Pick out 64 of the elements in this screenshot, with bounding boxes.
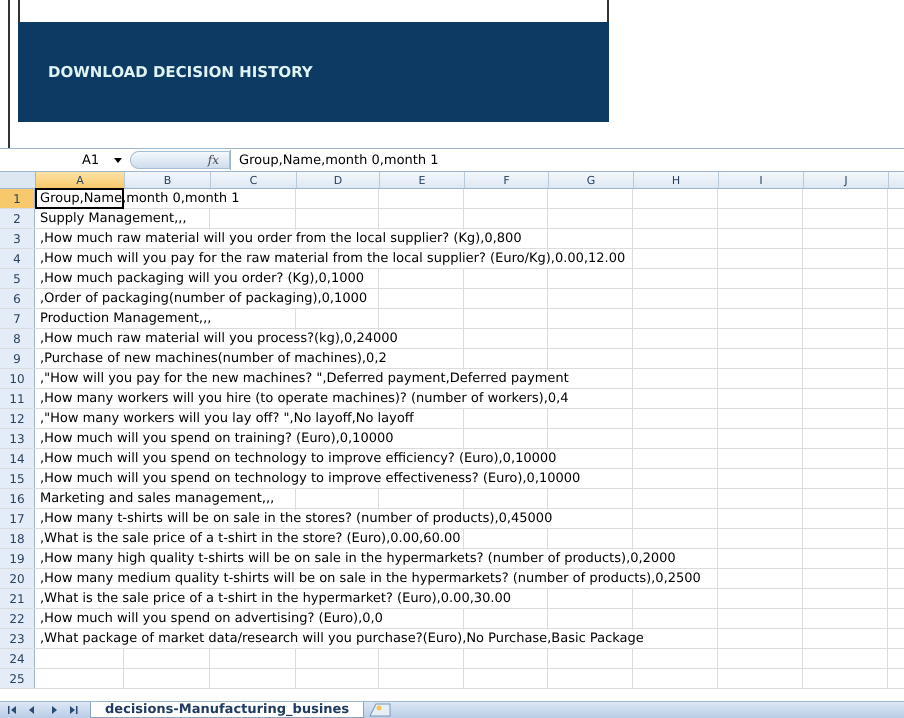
row-header[interactable]: 25 [0,669,35,688]
caret-icon [114,158,122,162]
cell-text: ,How much will you spend on technology to improve effectiveness? (Euro),0,10000 [40,470,582,488]
cell-text: ,How many high quality t-shirts will be on sale in the hypermarkets? (number of products),0,2000 [40,550,678,568]
row-header[interactable]: 13 [0,429,35,448]
function-label[interactable]: fx [208,153,219,167]
cell-text: ,How much raw material will you process?(kg),0,24000 [40,330,400,348]
row-header[interactable]: 7 [0,309,35,328]
cell-text: ,Order of packaging(number of packaging),0,1000 [40,290,370,308]
cell-text: ,What is the sale price of a t-shirt in the hypermarket? (Euro),0.00,30.00 [40,590,514,608]
formula-field[interactable]: Group,Name,month 0,month 1 [230,150,904,170]
row-header[interactable]: 11 [0,389,35,408]
cell-text: ,What is the sale price of a t-shirt in the store? (Euro),0.00,60.00 [40,530,463,548]
row-header[interactable]: 17 [0,509,35,528]
cell-text: ,How much will you spend on training? (Euro),0,10000 [40,430,396,448]
cell-text: ,"How will you pay for the new machines? ",Deferred payment,Deferred payment [40,370,571,388]
row-header[interactable]: 5 [0,269,35,288]
row-header[interactable]: 19 [0,549,35,568]
row-header[interactable]: 18 [0,529,35,548]
banner-title: DOWNLOAD DECISION HISTORY [48,63,313,81]
cell-text: ,What package of market data/research will you purchase?(Euro),No Purchase,Basic Package [40,630,646,648]
select-all-corner[interactable] [0,172,36,188]
banner[interactable]: DOWNLOAD DECISION HISTORY [18,22,609,122]
row-header[interactable]: 3 [0,229,35,248]
new-sheet-icon[interactable] [368,703,392,717]
column-header[interactable]: B [125,172,211,188]
column-header[interactable]: J [804,172,889,188]
column-header[interactable]: F [465,172,549,188]
row-header[interactable]: 16 [0,489,35,508]
row-header[interactable]: 21 [0,589,35,608]
cell-text: ,"How many workers will you lay off? ",No layoff,No layoff [40,410,416,428]
column-header[interactable]: C [211,172,297,188]
row-header[interactable]: 12 [0,409,35,428]
row-header[interactable]: 20 [0,569,35,588]
cell-text: Production Management,,, [40,310,214,328]
cell-text: ,How much will you spend on technology to improve efficiency? (Euro),0,10000 [40,450,558,468]
row-header[interactable]: 24 [0,649,35,668]
cell-text: ,How much will you spend on advertising? (Euro),0,0 [40,610,385,628]
column-header[interactable]: A [36,172,125,188]
row-header[interactable]: 6 [0,289,35,308]
column-header[interactable]: H [634,172,719,188]
cell-text: ,How many t-shirts will be on sale in the stores? (number of products),0,45000 [40,510,554,528]
row-header[interactable]: 10 [0,369,35,388]
cell-text: ,How much raw material will you order from the local supplier? (Kg),0,800 [40,230,524,248]
row-header[interactable]: 22 [0,609,35,628]
row-header[interactable]: 8 [0,329,35,348]
cell-text: ,How many medium quality t-shirts will be on sale in the hypermarkets? (number of products),0,2500 [40,570,703,588]
cell-text: Supply Management,,, [40,210,188,228]
column-header[interactable]: I [719,172,804,188]
row-header[interactable]: 14 [0,449,35,468]
cell-text: ,How many workers will you hire (to operate machines)? (number of workers),0,4 [40,390,571,408]
column-header[interactable]: G [549,172,634,188]
row-header[interactable]: 4 [0,249,35,268]
cell-text: ,How much packaging will you order? (Kg),0,1000 [40,270,366,288]
row-header[interactable]: 9 [0,349,35,368]
sheet-tab[interactable]: decisions-Manufacturing_busines [90,702,364,718]
row-header[interactable]: 1 [0,189,35,208]
cell-text: ,How much will you pay for the raw material from the local supplier? (Euro/Kg),0.00,12.00 [40,250,628,268]
column-header[interactable]: D [297,172,380,188]
row-header[interactable]: 23 [0,629,35,648]
column-header[interactable]: E [380,172,465,188]
row-header[interactable]: 15 [0,469,35,488]
name-box[interactable]: A1 [0,150,130,170]
row-header[interactable]: 2 [0,209,35,228]
